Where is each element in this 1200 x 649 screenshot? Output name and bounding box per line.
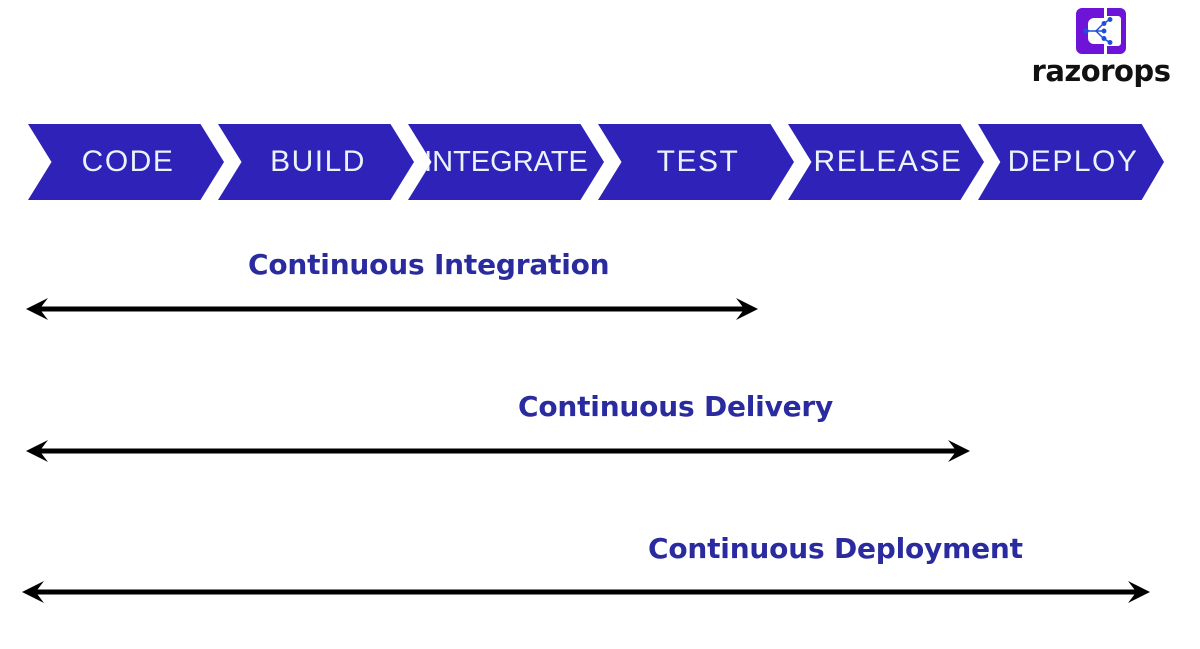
scope-label: Continuous Integration: [248, 248, 610, 281]
scope-label: Continuous Deployment: [648, 532, 1023, 565]
scope-double-arrow: [26, 292, 758, 326]
pipeline-stage-label: RELEASE: [813, 145, 963, 178]
pipeline-stage-bar: CODE BUILD INTEGRATE TEST RELEASE DEPLOY: [28, 124, 1164, 200]
pipeline-stage-label: BUILD: [270, 145, 366, 178]
brand-wordmark: razorops: [1031, 54, 1171, 88]
razorops-bracket-circuit-icon: [1074, 6, 1128, 56]
pipeline-stage-build[interactable]: BUILD: [218, 124, 414, 200]
pipeline-stage-label: DEPLOY: [1007, 145, 1139, 178]
pipeline-stage-label: INTEGRATE: [424, 145, 588, 178]
scope-double-arrow: [26, 434, 970, 468]
pipeline-stage-release[interactable]: RELEASE: [788, 124, 984, 200]
scope-double-arrow: [22, 575, 1150, 609]
pipeline-stage-test[interactable]: TEST: [598, 124, 794, 200]
pipeline-stage-deploy[interactable]: DEPLOY: [978, 124, 1164, 200]
pipeline-stage-label: CODE: [81, 145, 175, 178]
pipeline-stage-code[interactable]: CODE: [28, 124, 224, 200]
pipeline-stage-label: TEST: [656, 145, 740, 178]
brand-logo: razorops: [1016, 6, 1186, 86]
pipeline-stage-integrate[interactable]: INTEGRATE: [408, 124, 604, 200]
scope-label: Continuous Delivery: [518, 390, 834, 423]
